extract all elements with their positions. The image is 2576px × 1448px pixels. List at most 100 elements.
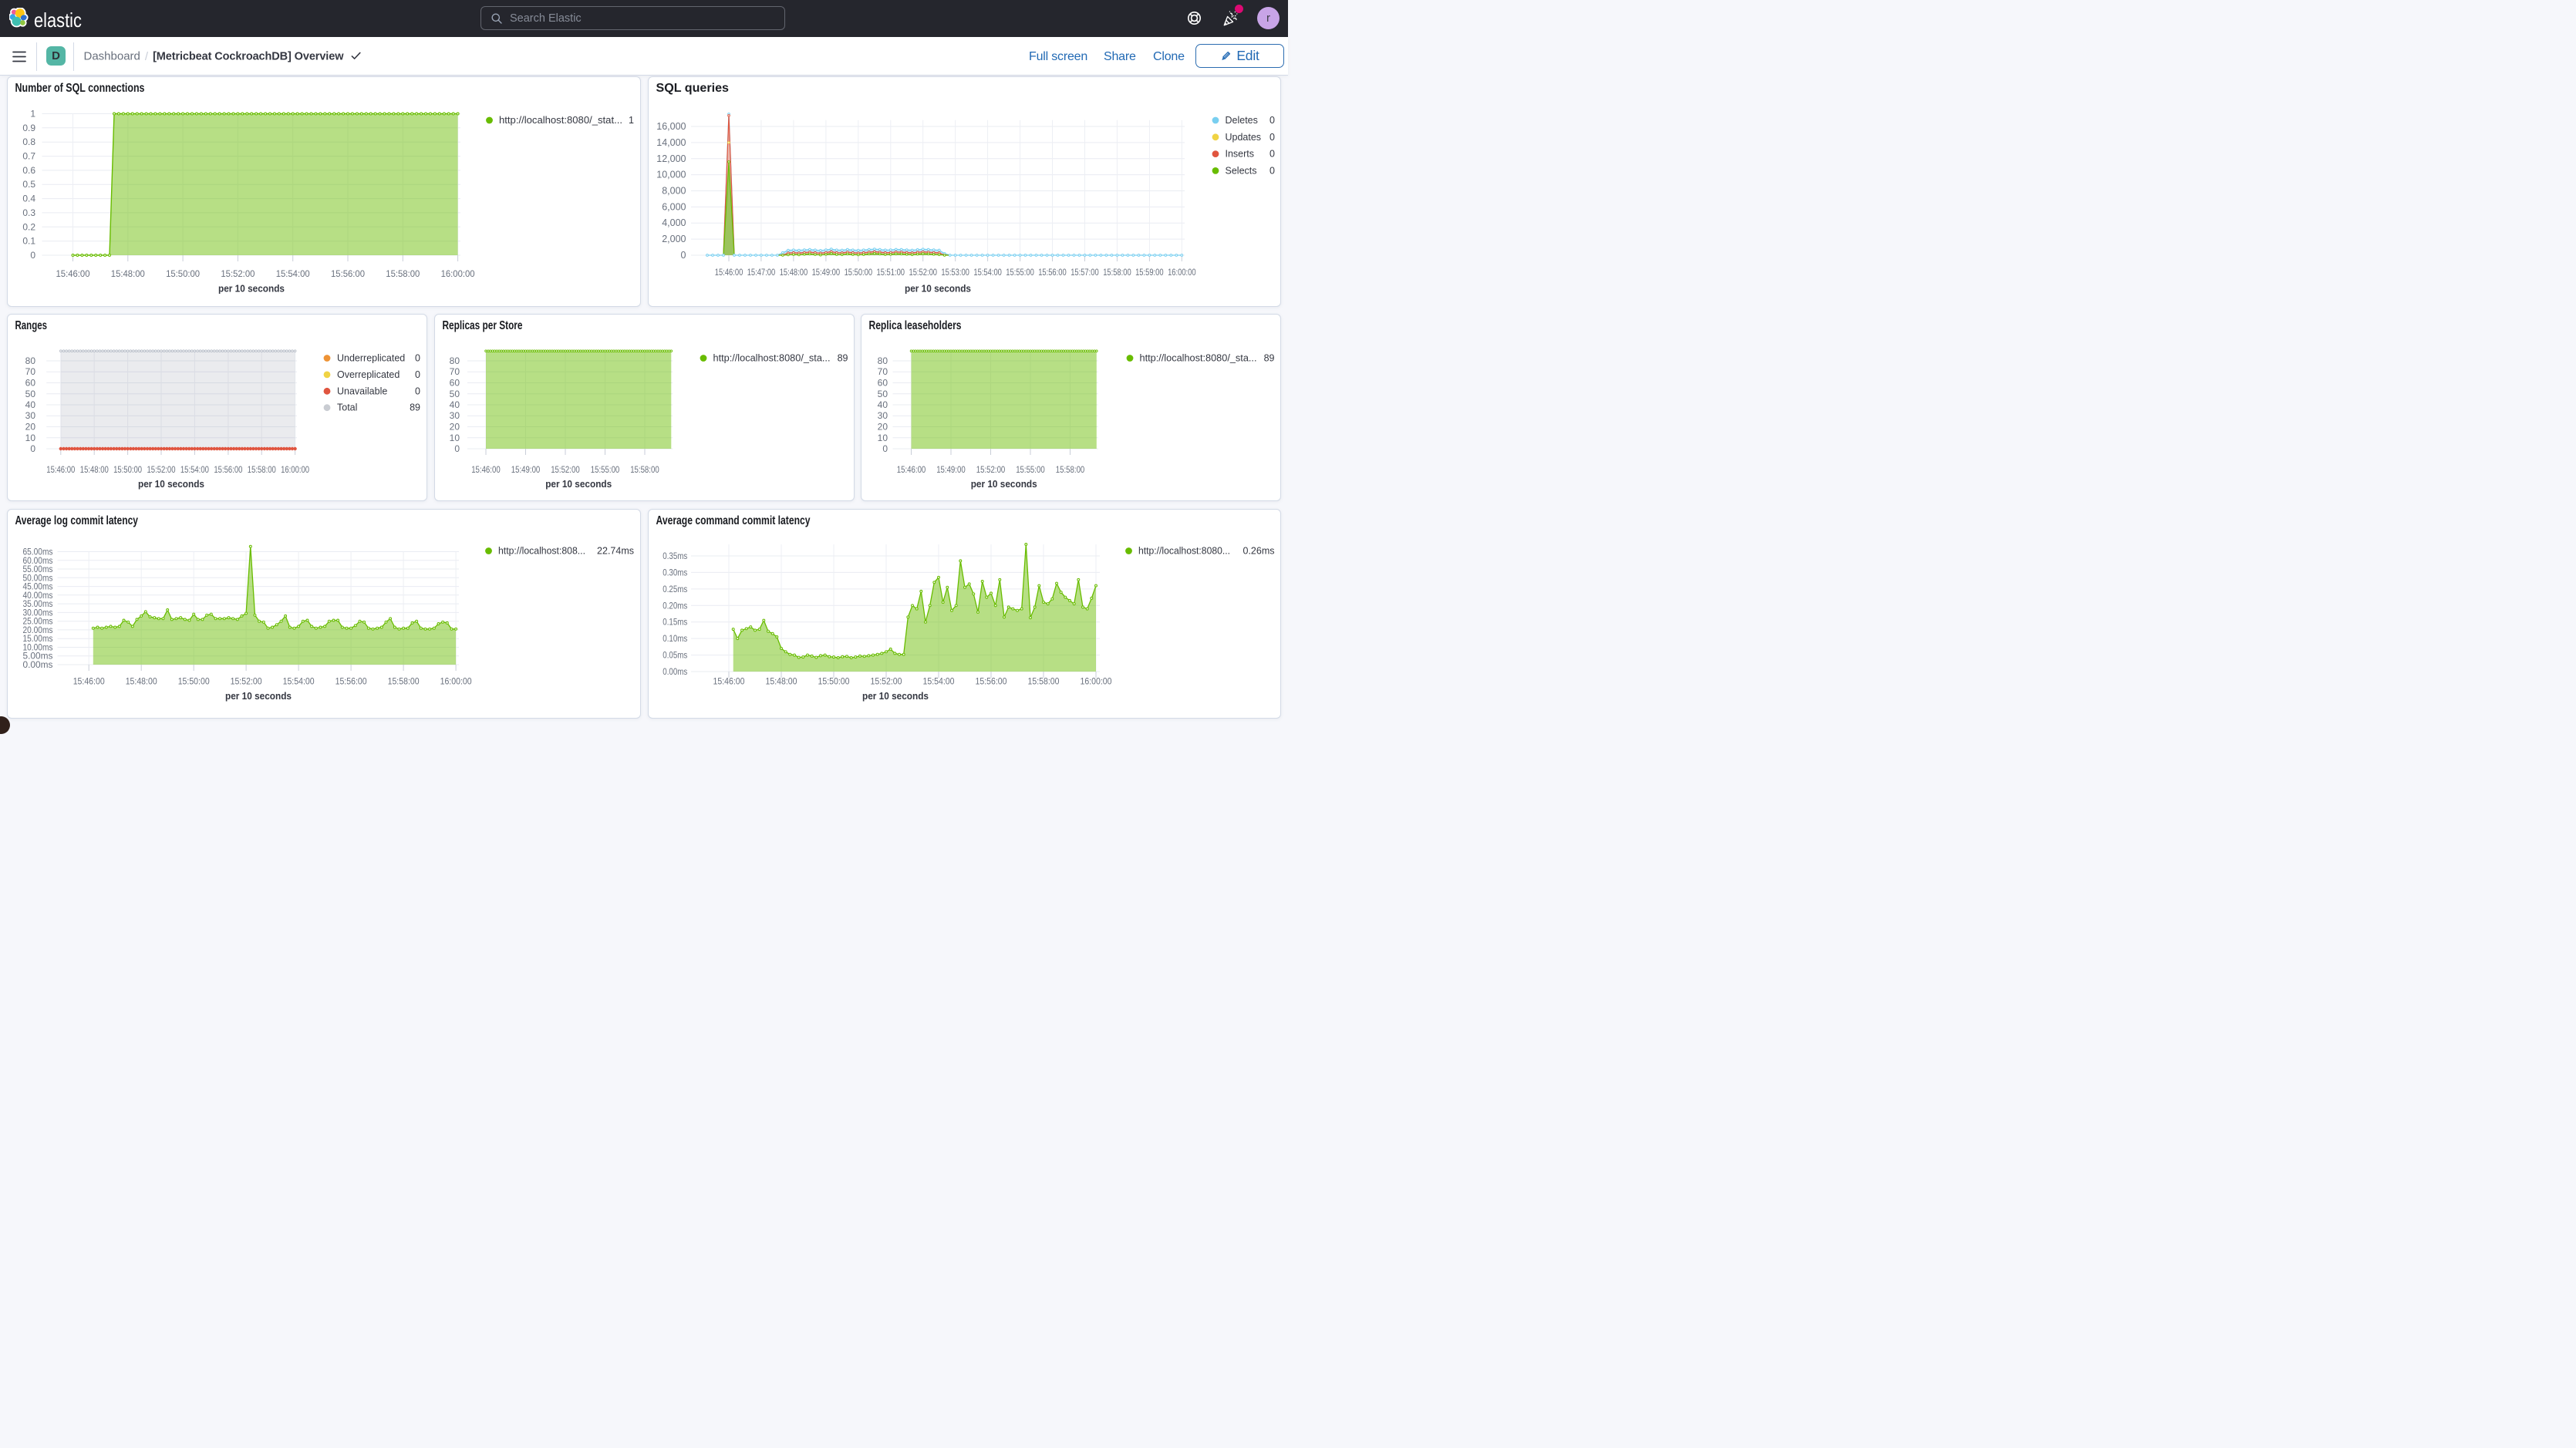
svg-text:15:54:00: 15:54:00 [180,464,209,475]
svg-text:16:00:00: 16:00:00 [440,268,474,279]
svg-text:0.2: 0.2 [22,221,35,232]
svg-text:4,000: 4,000 [662,217,686,228]
svg-text:per 10 seconds: per 10 seconds [545,478,612,490]
svg-text:15:48:00: 15:48:00 [80,464,109,475]
svg-text:60: 60 [878,378,888,389]
svg-text:6,000: 6,000 [662,201,686,212]
svg-text:2,000: 2,000 [662,234,686,244]
svg-text:70: 70 [449,366,460,377]
svg-text:15:58:00: 15:58:00 [630,464,659,475]
svg-text:0.26ms: 0.26ms [1243,546,1275,557]
svg-text:http://localhost:8080/_sta...: http://localhost:8080/_sta... [713,353,830,364]
svg-text:0.05ms: 0.05ms [663,650,687,661]
svg-text:15:52:00: 15:52:00 [909,267,938,278]
svg-text:15:55:00: 15:55:00 [590,464,619,475]
svg-text:Number of SQL connections: Number of SQL connections [15,82,144,95]
svg-text:Inserts: Inserts [1226,149,1255,160]
svg-text:50: 50 [878,389,888,399]
svg-text:15:56:00: 15:56:00 [1038,267,1067,278]
svg-text:15:46:00: 15:46:00 [897,464,926,475]
svg-text:15:50:00: 15:50:00 [166,268,200,279]
svg-text:15:50:00: 15:50:00 [113,464,142,475]
svg-text:40: 40 [25,399,36,410]
svg-text:0: 0 [1269,149,1275,160]
svg-text:60: 60 [449,378,460,389]
svg-text:15:50:00: 15:50:00 [818,676,850,687]
svg-text:50: 50 [25,389,36,399]
svg-text:15:59:00: 15:59:00 [1135,267,1164,278]
svg-text:30: 30 [449,410,460,421]
svg-text:per 10 seconds: per 10 seconds [862,690,929,702]
svg-text:15:56:00: 15:56:00 [331,268,365,279]
svg-text:20: 20 [25,422,36,433]
svg-text:30: 30 [878,410,888,421]
svg-text:16:00:00: 16:00:00 [281,464,309,475]
svg-text:15:58:00: 15:58:00 [248,464,276,475]
svg-text:0: 0 [30,250,35,261]
svg-text:15:56:00: 15:56:00 [976,676,1007,687]
svg-text:per 10 seconds: per 10 seconds [225,690,292,702]
svg-text:15:58:00: 15:58:00 [1103,267,1131,278]
svg-text:Total: Total [337,402,357,413]
svg-text:0.9: 0.9 [22,123,35,133]
svg-text:15:54:00: 15:54:00 [923,676,955,687]
svg-text:15:48:00: 15:48:00 [780,267,808,278]
svg-text:1: 1 [629,115,634,126]
svg-text:0.3: 0.3 [22,207,35,218]
svg-text:http://localhost:8080/_sta...: http://localhost:8080/_sta... [1140,353,1257,364]
svg-text:15:52:00: 15:52:00 [551,464,580,475]
svg-text:40: 40 [449,399,460,410]
svg-text:0: 0 [415,353,420,364]
svg-text:http://localhost:8080/_stat...: http://localhost:8080/_stat... [499,115,622,126]
svg-text:1: 1 [30,109,35,120]
svg-text:Unavailable: Unavailable [337,386,387,396]
svg-text:Underreplicated: Underreplicated [337,353,405,364]
svg-text:0: 0 [415,386,420,396]
svg-text:15:49:00: 15:49:00 [511,464,540,475]
svg-text:0.00ms: 0.00ms [663,666,687,677]
svg-text:15:58:00: 15:58:00 [1028,676,1060,687]
svg-text:70: 70 [878,366,888,377]
svg-text:http://localhost:8080...: http://localhost:8080... [1138,546,1230,557]
svg-text:15:49:00: 15:49:00 [936,464,966,475]
svg-text:0.7: 0.7 [22,151,35,162]
svg-text:Average command commit latency: Average command commit latency [656,514,811,527]
svg-text:15:46:00: 15:46:00 [471,464,501,475]
svg-text:15:58:00: 15:58:00 [387,676,419,687]
svg-text:15:54:00: 15:54:00 [282,676,314,687]
svg-text:10,000: 10,000 [656,170,686,180]
svg-text:15:52:00: 15:52:00 [230,676,261,687]
svg-text:per 10 seconds: per 10 seconds [138,478,204,490]
svg-text:0.25ms: 0.25ms [663,584,687,594]
svg-text:0.1: 0.1 [22,236,35,247]
svg-text:15:46:00: 15:46:00 [72,676,104,687]
svg-text:12,000: 12,000 [656,153,686,164]
svg-text:0.35ms: 0.35ms [663,551,687,561]
svg-text:80: 80 [25,355,36,366]
svg-text:15:50:00: 15:50:00 [845,267,873,278]
svg-text:0: 0 [415,369,420,380]
svg-text:SQL queries: SQL queries [656,82,730,95]
svg-text:per 10 seconds: per 10 seconds [218,283,285,295]
svg-text:20: 20 [878,422,888,433]
svg-text:Deletes: Deletes [1226,115,1258,126]
svg-text:40: 40 [878,399,888,410]
svg-text:89: 89 [837,353,848,364]
svg-text:16:00:00: 16:00:00 [440,676,471,687]
svg-text:15:52:00: 15:52:00 [221,268,255,279]
svg-text:Updates: Updates [1226,132,1262,143]
svg-text:0: 0 [681,250,686,261]
svg-text:15:47:00: 15:47:00 [747,267,776,278]
svg-text:0.15ms: 0.15ms [663,617,687,628]
svg-text:15:56:00: 15:56:00 [214,464,242,475]
svg-text:0.10ms: 0.10ms [663,633,687,644]
svg-text:15:51:00: 15:51:00 [877,267,905,278]
svg-text:50: 50 [449,389,460,399]
svg-text:0: 0 [882,443,888,454]
svg-text:16:00:00: 16:00:00 [1168,267,1196,278]
svg-text:15:46:00: 15:46:00 [56,268,89,279]
svg-text:0.5: 0.5 [22,179,35,190]
svg-text:15:48:00: 15:48:00 [125,676,157,687]
svg-text:15:57:00: 15:57:00 [1071,267,1099,278]
svg-text:15:55:00: 15:55:00 [1006,267,1034,278]
